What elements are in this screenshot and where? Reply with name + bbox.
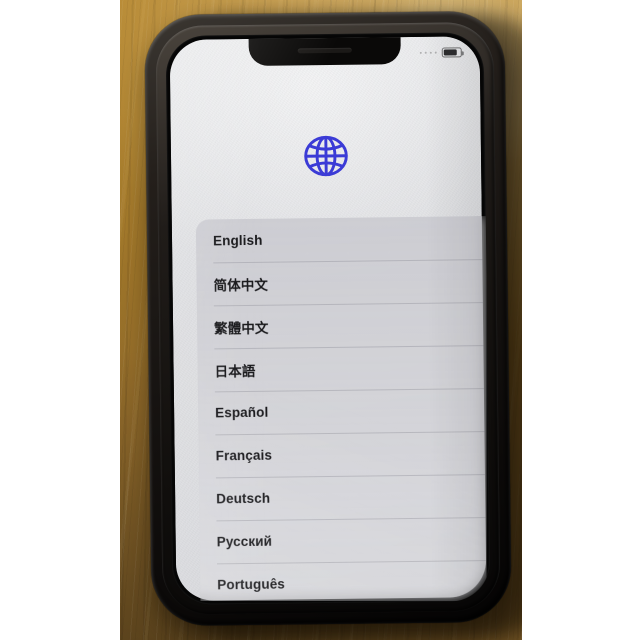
- status-bar: [419, 45, 464, 60]
- language-label: 繁體中文: [214, 320, 269, 336]
- language-label: English: [212, 232, 263, 249]
- language-row-portuguese[interactable]: Português: [200, 560, 486, 601]
- letterbox-bar-right: [522, 0, 640, 640]
- battery-fill: [443, 49, 457, 56]
- notch: [248, 36, 401, 66]
- language-label: Deutsch: [216, 490, 271, 507]
- globe-icon: [300, 130, 353, 183]
- language-label: Français: [215, 447, 273, 464]
- battery-cap: [462, 51, 464, 56]
- language-row-russian[interactable]: Русский: [199, 517, 486, 564]
- language-row-german[interactable]: Deutsch: [199, 474, 486, 521]
- language-row-english[interactable]: English: [196, 216, 487, 263]
- language-list[interactable]: English 简体中文 繁體中文 日本語 Español Français D…: [195, 215, 487, 601]
- language-row-traditional-chinese[interactable]: 繁體中文: [197, 302, 487, 349]
- language-row-spanish[interactable]: Español: [198, 388, 487, 435]
- wood-desk-background: English 简体中文 繁體中文 日本語 Español Français D…: [120, 0, 522, 640]
- language-label: Español: [215, 404, 269, 421]
- language-label: Português: [217, 576, 285, 593]
- iphone-device: English 简体中文 繁體中文 日本語 Español Français D…: [144, 10, 512, 627]
- screenshot-stage: English 简体中文 繁體中文 日本語 Español Français D…: [0, 0, 640, 640]
- letterbox-bar-left: [0, 0, 120, 640]
- language-row-japanese[interactable]: 日本語: [197, 345, 486, 392]
- signal-dots-icon: [419, 51, 437, 55]
- language-label: 日本語: [214, 363, 256, 379]
- language-label: Русский: [216, 533, 273, 550]
- language-label: 简体中文: [213, 277, 269, 293]
- language-row-simplified-chinese[interactable]: 简体中文: [196, 259, 486, 306]
- battery-icon: [441, 47, 464, 58]
- phone-screen: English 简体中文 繁體中文 日本語 Español Français D…: [169, 36, 487, 601]
- phone-bezel: English 简体中文 繁體中文 日本語 Español Français D…: [165, 32, 491, 605]
- language-row-french[interactable]: Français: [198, 431, 486, 478]
- earpiece-speaker-icon: [297, 47, 352, 54]
